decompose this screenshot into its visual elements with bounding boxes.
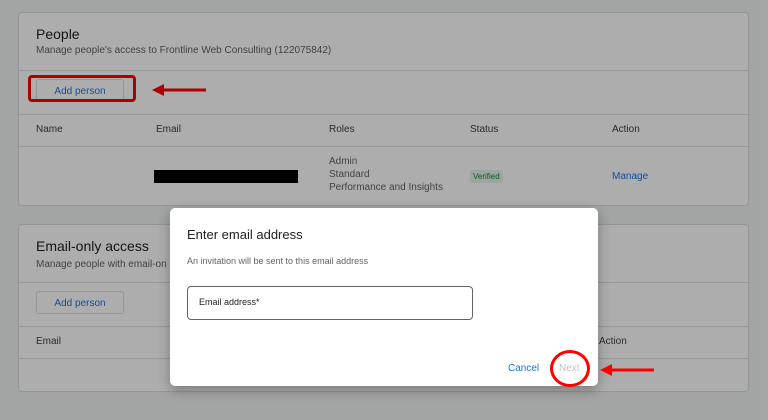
email-field-label: Email address* — [199, 297, 260, 307]
cancel-button[interactable]: Cancel — [508, 363, 539, 374]
dialog-subtitle: An invitation will be sent to this email… — [187, 256, 369, 266]
email-field[interactable]: Email address* — [187, 286, 473, 320]
dialog-title: Enter email address — [187, 227, 303, 242]
red-arrow-icon — [600, 364, 654, 376]
highlight-circle — [550, 350, 590, 387]
email-dialog: Enter email address An invitation will b… — [170, 208, 598, 386]
